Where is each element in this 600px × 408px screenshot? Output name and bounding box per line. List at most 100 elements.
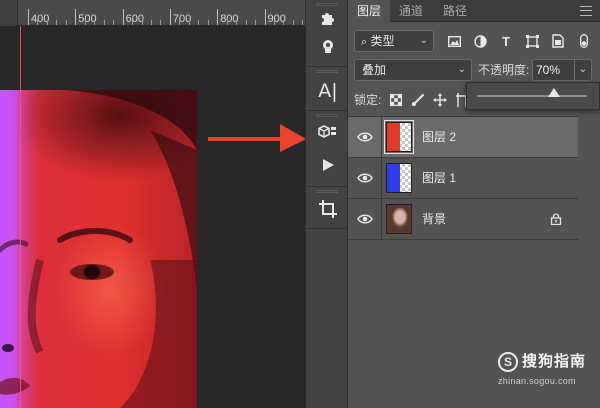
panel-menu-icon[interactable] [580,6,592,16]
document-canvas[interactable]: 400 500 600 700 800 900 [0,0,305,408]
ruler-minor-tick [37,20,39,25]
learn-tool[interactable] [314,34,342,60]
visibility-toggle[interactable] [348,117,382,157]
dock-separator [306,186,349,187]
blend-row: 叠加 ⌄ 不透明度: 70% ⌄ [348,59,600,83]
ruler-minor-tick [236,20,238,25]
tab-label: 路径 [443,4,468,18]
dock-grip[interactable] [316,114,338,117]
sogou-logo-icon: S [498,352,518,372]
ruler-minor-tick [65,20,67,25]
watermark: S 搜狗指南 zhinan.sogou.com [498,352,594,400]
ruler-minor-tick [113,20,115,25]
ruler-minor-tick [198,20,200,25]
layer-row[interactable]: 背景 [348,199,578,240]
eye-icon [356,173,373,183]
ruler-minor-tick [56,20,58,25]
ruler-minor-tick [132,20,134,25]
shape-filter-icon[interactable] [524,33,540,49]
opacity-input[interactable]: 70% [532,59,574,81]
layer-name: 背景 [422,212,447,226]
cube-properties-icon [318,125,336,138]
horizontal-ruler: 400 500 600 700 800 900 [0,0,305,26]
ruler-minor-tick [150,20,152,25]
ruler-major-tick [264,9,266,25]
ruler-major-tick [28,9,29,25]
layer-filter-row: ⌕ 类型 ⌄ T [348,30,600,54]
lock-transparent-pixels-icon[interactable] [388,92,404,108]
lock-position-icon[interactable] [432,92,448,108]
tab-channels[interactable]: 通道 [390,0,432,22]
chevron-down-icon: ⌄ [457,64,466,75]
lock-icon[interactable] [550,212,562,226]
play-icon [323,159,334,171]
ruler-major-tick [122,9,124,25]
thumbnail-fill [387,205,411,233]
thumbnail-fill [387,123,401,151]
filter-toggle-icon[interactable] [576,33,592,49]
crop-icon [319,200,337,218]
opacity-dropdown-button[interactable]: ⌄ [574,59,592,81]
dock-separator [306,66,349,67]
smart-object-filter-icon[interactable] [550,33,566,49]
lock-label: 锁定: [354,93,382,107]
canvas-photo [0,90,197,408]
character-tool[interactable]: A| [314,78,342,104]
ruler-minor-tick [273,20,275,25]
layer-row[interactable]: 图层 1 [348,158,578,199]
ruler-minor-tick [46,20,48,25]
opacity-slider-thumb[interactable] [548,88,560,97]
portrait-illustration [0,90,197,408]
blend-mode-value: 叠加 [362,63,387,77]
opacity-slider-track[interactable] [477,95,587,97]
ruler-minor-tick [141,20,143,25]
opacity-slider-popup [466,82,600,110]
ruler-minor-tick [255,20,257,25]
filter-dropdown-label: 类型 [370,34,395,48]
layer-filter-dropdown[interactable]: ⌕ 类型 ⌄ [354,30,434,52]
ruler-minor-tick [188,20,190,25]
watermark-url: zhinan.sogou.com [498,376,576,386]
ruler-minor-tick [226,20,228,25]
ruler-minor-tick [302,20,304,25]
search-icon: ⌕ [361,36,368,48]
blend-mode-dropdown[interactable]: 叠加 ⌄ [354,59,472,81]
layer-row[interactable]: 图层 2 [348,117,578,158]
eye-icon [356,132,373,142]
layers-list: 图层 2 图层 1 背景 [348,116,578,242]
dock-grip[interactable] [316,190,338,193]
adjustment-filter-icon[interactable] [472,33,488,49]
puzzle-icon [322,13,334,25]
visibility-toggle[interactable] [348,158,382,198]
ruler-minor-tick [245,20,247,25]
eye-icon [356,214,373,224]
type-filter-icon[interactable]: T [498,33,514,49]
ruler-minor-tick [283,20,285,25]
layer-thumbnail[interactable] [384,120,414,154]
ruler-major-tick [169,9,171,25]
watermark-brand: 搜狗指南 [522,353,587,370]
ruler-minor-tick [94,20,96,25]
panel-tab-strip: 图层 通道 路径 [348,0,600,22]
actions-tool[interactable] [314,152,342,178]
ruler-minor-tick [84,20,86,25]
tab-paths[interactable]: 路径 [434,0,476,22]
layer-thumbnail[interactable] [386,163,412,193]
tab-layers[interactable]: 图层 [348,0,391,22]
layer-thumbnail[interactable] [386,204,412,234]
layers-panel: 图层 通道 路径 ⌕ 类型 ⌄ T 叠加 ⌄ 不透明度: 70% ⌄ 锁定: 图… [348,0,600,408]
ruler-minor-tick [207,20,209,25]
panel-dock-column: A| [305,0,349,408]
thumbnail-fill [387,164,401,192]
3d-properties-tool[interactable] [314,120,342,146]
lock-image-pixels-icon[interactable] [410,92,426,108]
ruler-minor-tick [292,20,294,25]
plugins-tool[interactable] [314,6,342,32]
ruler-major-tick [75,9,77,25]
dock-grip[interactable] [316,70,338,73]
crop-tool[interactable] [314,196,342,222]
visibility-toggle[interactable] [348,199,382,239]
image-filter-icon[interactable] [446,33,462,49]
guide-line[interactable] [20,26,21,408]
character-icon: A| [318,80,338,102]
